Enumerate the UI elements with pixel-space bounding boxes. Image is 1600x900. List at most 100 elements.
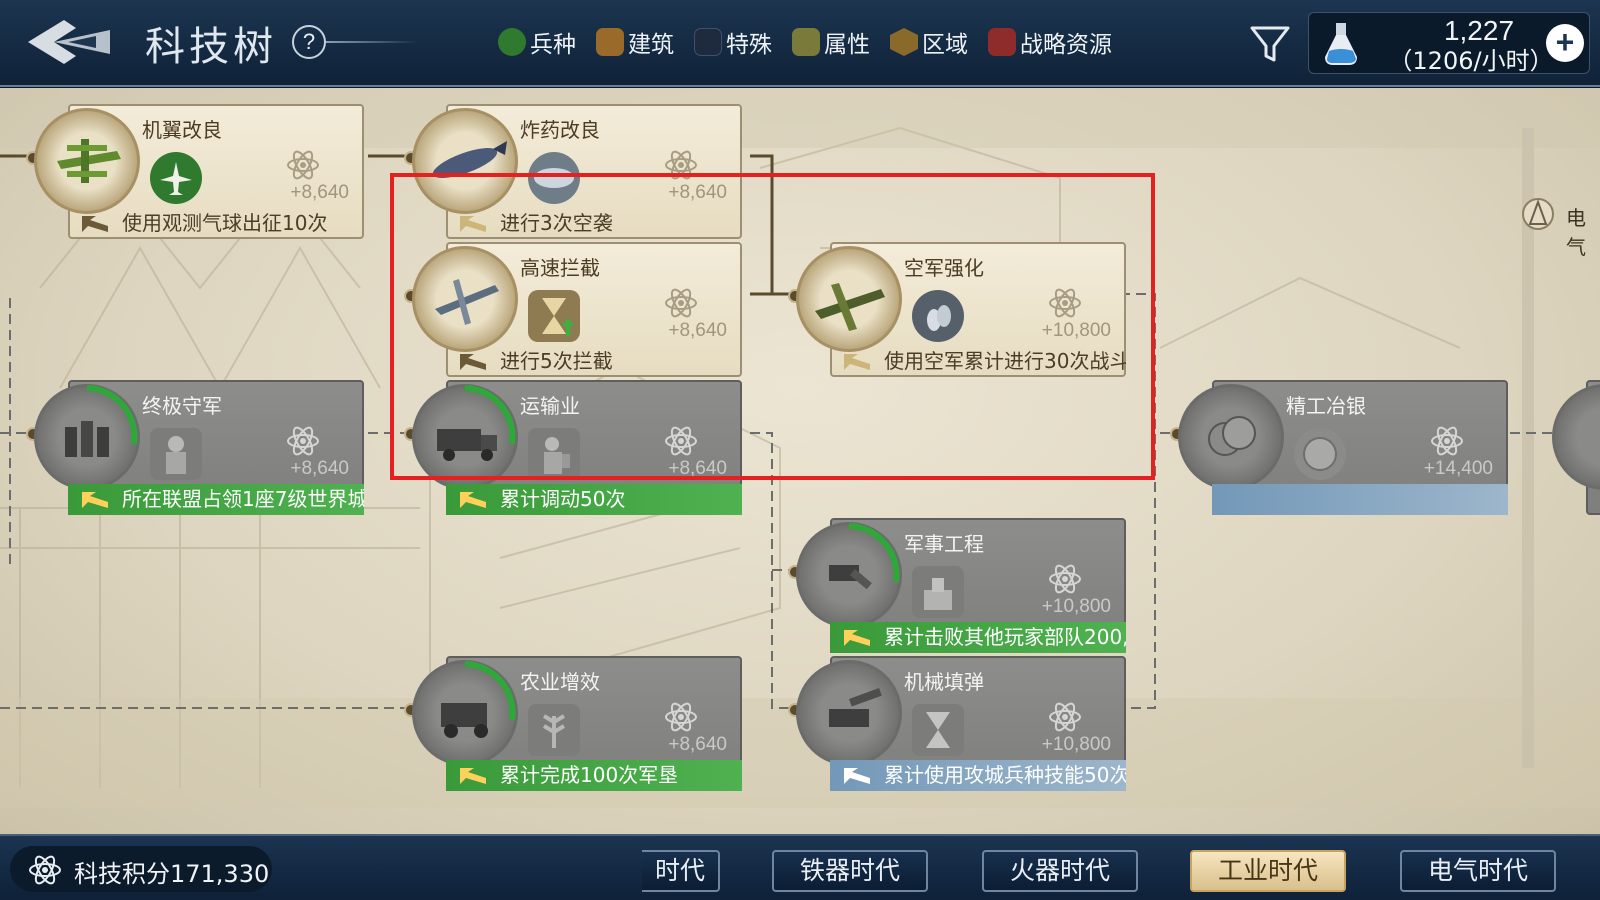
atom-icon <box>1049 702 1081 732</box>
node-points: +8,640 <box>290 458 349 479</box>
tab-iron-age[interactable]: 铁器时代 <box>772 850 928 892</box>
resource-rate: （1206/小时） <box>1388 47 1554 75</box>
region-category-icon <box>890 28 918 56</box>
node-points: +8,640 <box>668 182 727 203</box>
filter-label: 区域 <box>922 32 968 58</box>
tech-node-high-speed-intercept[interactable]: 高速拦截 +8,640 进行5次拦截 <box>404 242 742 377</box>
tech-points-display: 科技积分171,330 <box>10 846 272 892</box>
atom-icon <box>1049 288 1081 318</box>
node-title: 炸药改良 <box>520 118 600 142</box>
building-category-icon <box>596 28 624 56</box>
tech-node-ultimate-garrison[interactable]: 终极守军 +8,640 所在联盟占领1座7级世界城市 <box>26 380 364 515</box>
filter-special[interactable]: 特殊 <box>694 25 772 59</box>
filter-label: 战略资源 <box>1020 32 1112 58</box>
node-points: +14,400 <box>1423 458 1493 479</box>
node-points: +8,640 <box>668 734 727 755</box>
tab-industrial-age[interactable]: 工业时代 <box>1190 850 1346 892</box>
top-bar: 科技树 ? 兵种 建筑 特殊 属性 区域 战略资源 1,227 （1206/小时… <box>0 0 1600 87</box>
filter-strategic-resource[interactable]: 战略资源 <box>988 25 1112 59</box>
node-points: +10,800 <box>1041 734 1111 755</box>
node-title: 军事工程 <box>904 532 984 556</box>
flask-icon <box>1325 23 1357 65</box>
requirement-arrow-icon <box>460 768 486 784</box>
help-button[interactable]: ? <box>292 25 326 59</box>
title-divider <box>326 41 418 43</box>
filter-building[interactable]: 建筑 <box>596 25 674 59</box>
add-resource-button[interactable]: + <box>1546 24 1584 62</box>
node-points: +8,640 <box>668 320 727 341</box>
tech-node-partial-offscreen[interactable] <box>1552 380 1600 515</box>
atom-icon <box>1049 564 1081 594</box>
tab-era-previous[interactable]: 时代 <box>642 850 720 892</box>
requirement-arrow-icon <box>460 354 486 370</box>
tech-node-agriculture-efficiency[interactable]: 农业增效 +8,640 累计完成100次军垦 <box>404 656 742 791</box>
tech-node-transport[interactable]: 运输业 +8,640 累计调动50次 <box>404 380 742 515</box>
atom-icon <box>665 702 697 732</box>
atom-icon <box>665 150 697 180</box>
node-points: +8,640 <box>290 182 349 203</box>
tech-node-military-engineering[interactable]: 军事工程 +10,800 累计击败其他玩家部队200,0... <box>788 518 1126 653</box>
progress-ring <box>464 661 516 721</box>
bottom-bar: 科技积分171,330 时代 铁器时代 火器时代 工业时代 电气时代 <box>0 834 1600 900</box>
progress-ring <box>86 385 138 445</box>
wheat-icon <box>528 704 580 756</box>
node-title: 运输业 <box>520 394 580 418</box>
hourglass-icon <box>912 704 964 756</box>
fort-icon <box>912 566 964 618</box>
filter-label: 兵种 <box>530 32 576 58</box>
plane-badge-icon <box>150 152 202 204</box>
bomber-plane-icon <box>796 246 902 352</box>
category-filters: 兵种 建筑 特殊 属性 区域 战略资源 <box>498 22 1112 62</box>
filter-label: 特殊 <box>726 32 772 58</box>
back-button[interactable] <box>24 16 114 68</box>
filter-funnel-button[interactable] <box>1248 22 1292 66</box>
silver-coins-icon <box>1178 384 1284 490</box>
tab-firearm-age[interactable]: 火器时代 <box>982 850 1138 892</box>
atom-icon <box>29 855 61 885</box>
node-title: 高速拦截 <box>520 256 600 280</box>
node-requirement <box>1212 484 1508 515</box>
tech-node-air-force-enhance[interactable]: 空军强化 +10,800 使用空军累计进行30次战斗 <box>788 242 1126 377</box>
bomb-shell-icon <box>912 290 964 342</box>
atom-icon <box>1431 426 1463 456</box>
node-title: 精工冶银 <box>1286 394 1366 418</box>
node-title: 机械填弹 <box>904 670 984 694</box>
atom-icon <box>287 426 319 456</box>
node-points: +8,640 <box>668 458 727 479</box>
filter-attribute[interactable]: 属性 <box>792 25 870 59</box>
bomb-icon <box>412 108 518 214</box>
unit-category-icon <box>498 28 526 56</box>
strategic-resource-category-icon <box>988 28 1016 56</box>
tech-node-silver-smelting[interactable]: 精工冶银 +14,400 <box>1170 380 1508 515</box>
funnel-icon <box>1250 26 1290 62</box>
requirement-arrow-icon <box>844 630 870 646</box>
node-points: +10,800 <box>1041 596 1111 617</box>
atom-icon <box>665 426 697 456</box>
filter-label: 建筑 <box>628 32 674 58</box>
hourglass-up-icon <box>528 290 580 342</box>
tech-node-wing-improvement[interactable]: 机翼改良 +8,640 使用观测气球出征10次 <box>26 104 364 239</box>
tech-node-explosive-improvement[interactable]: 炸药改良 +8,640 进行3次空袭 <box>404 104 742 239</box>
tab-electric-age[interactable]: 电气时代 <box>1400 850 1556 892</box>
node-title: 空军强化 <box>904 256 984 280</box>
atom-icon <box>287 150 319 180</box>
fighter-plane-icon <box>412 246 518 352</box>
tech-tree-canvas[interactable]: 机翼改良 +8,640 使用观测气球出征10次 炸药改良 +8,640 进行3次… <box>0 88 1600 834</box>
progress-ring <box>848 523 900 583</box>
node-title: 机翼改良 <box>142 118 222 142</box>
biplane-icon <box>34 108 140 214</box>
progress-ring <box>464 385 516 445</box>
requirement-arrow-icon <box>844 354 870 370</box>
coin-icon <box>1294 428 1346 480</box>
filter-region[interactable]: 区域 <box>890 25 968 59</box>
special-category-icon <box>694 28 722 56</box>
atom-icon <box>665 288 697 318</box>
requirement-arrow-icon <box>82 216 108 232</box>
page-title: 科技树 <box>145 24 277 70</box>
tech-points-label: 科技积分171,330 <box>74 860 270 888</box>
requirement-arrow-icon <box>460 216 486 232</box>
era-marker-icon <box>1522 198 1554 230</box>
tech-portrait-icon <box>1552 384 1600 490</box>
filter-unit[interactable]: 兵种 <box>498 25 576 59</box>
tech-node-mechanical-reload[interactable]: 机械填弹 +10,800 累计使用攻城兵种技能50次 <box>788 656 1126 791</box>
